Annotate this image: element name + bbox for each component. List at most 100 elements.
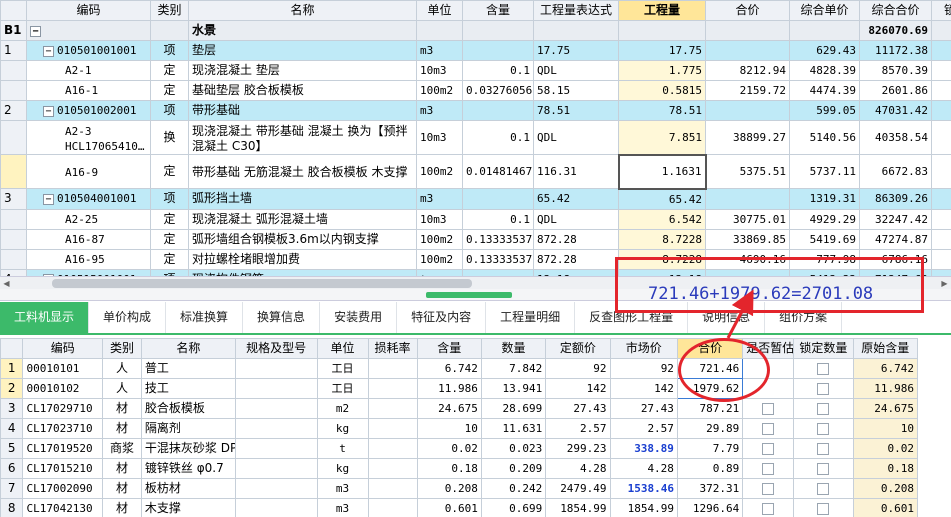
lock-checkbox[interactable] — [817, 482, 830, 495]
table-row[interactable]: 4 CL17023710 材隔离剂 kg 10 11.631 2.57 2.57 29.89 10 — [0, 418, 919, 439]
code-cell[interactable]: −010501002001 — [26, 100, 151, 121]
tab-item[interactable]: 标准换算 — [166, 302, 244, 333]
code-cell[interactable]: 00010102 — [22, 378, 104, 399]
bottom-col-header[interactable]: 市场价 — [609, 338, 678, 359]
quantity-cell[interactable]: 65.42 — [618, 188, 706, 210]
market-price-cell[interactable]: 338.89 — [609, 438, 678, 459]
code-cell[interactable]: A2-3 HCL17065410… — [26, 120, 151, 155]
lock-cell[interactable] — [931, 188, 951, 210]
code-cell[interactable]: 00010101 — [22, 358, 104, 379]
table-row[interactable]: A16-9 定带形基础 无筋混凝土 胶合板模板 木支撑 100m2 0.0148146… — [0, 153, 951, 190]
lock-qty-cell[interactable] — [793, 358, 854, 379]
table-row[interactable]: A16-87 定弧形墙组合钢模板3.6m以内钢支撑 100m2 0.13333537 8… — [0, 228, 951, 250]
quantity-cell[interactable]: 0.5815 — [618, 80, 706, 101]
loss-cell[interactable] — [367, 478, 418, 499]
table-row[interactable]: 3 CL17029710 材胶合板模板 m2 24.675 28.699 27.43 27.4… — [0, 398, 919, 419]
ratio-cell[interactable]: 0.02 — [416, 438, 482, 459]
loss-cell[interactable] — [367, 398, 418, 419]
ratio-cell[interactable] — [462, 20, 534, 41]
top-col-header[interactable]: 工程量 — [618, 0, 706, 21]
count-cell[interactable]: 0.699 — [480, 498, 547, 517]
lock-checkbox[interactable] — [817, 442, 830, 455]
market-price-cell[interactable]: 1854.99 — [609, 498, 678, 517]
lock-cell[interactable] — [931, 60, 951, 81]
table-row[interactable]: 1−010501001001 项垫层 m3 17.75 17.75 629.43 11172… — [0, 40, 951, 61]
temp-checkbox[interactable] — [762, 422, 775, 435]
name-cell[interactable]: 木支撑 — [140, 498, 236, 517]
lock-qty-cell[interactable] — [793, 378, 854, 399]
top-col-header[interactable] — [0, 0, 27, 21]
expr-cell[interactable]: 58.15 — [533, 80, 619, 101]
name-cell[interactable]: 弧形墙组合钢模板3.6m以内钢支撑 — [188, 228, 417, 250]
lock-checkbox[interactable] — [817, 502, 830, 515]
top-col-header[interactable]: 工程量表达式 — [533, 0, 619, 21]
temp-estimate-cell[interactable] — [742, 458, 795, 479]
code-cell[interactable]: −010504001001 — [26, 188, 151, 210]
lock-checkbox[interactable] — [817, 462, 830, 475]
market-price-cell[interactable]: 27.43 — [609, 398, 678, 419]
expr-cell[interactable]: QDL — [533, 208, 619, 230]
temp-estimate-cell[interactable] — [742, 438, 795, 459]
temp-estimate-cell[interactable] — [742, 478, 795, 499]
temp-checkbox[interactable] — [762, 502, 775, 515]
ratio-cell[interactable]: 0.13333537 — [462, 228, 534, 250]
top-col-header[interactable]: 含量 — [462, 0, 534, 21]
table-row[interactable]: A2-25 定现浇混凝土 弧形混凝土墙 10m3 0.1 QDL 6.542 30775.0… — [0, 208, 951, 230]
lock-cell[interactable] — [931, 120, 951, 155]
ratio-cell[interactable]: 11.986 — [416, 378, 482, 399]
expr-cell[interactable]: 78.51 — [533, 100, 619, 121]
ratio-cell[interactable]: 0.1 — [462, 60, 534, 81]
temp-checkbox[interactable] — [762, 482, 775, 495]
lock-cell[interactable] — [931, 20, 951, 41]
lock-cell[interactable] — [931, 248, 951, 270]
quantity-cell[interactable] — [618, 20, 706, 41]
tab-item[interactable]: 工料机显示 — [0, 302, 90, 333]
lock-qty-cell[interactable] — [793, 478, 854, 499]
lock-qty-cell[interactable] — [793, 418, 854, 439]
lock-qty-cell[interactable] — [793, 398, 854, 419]
count-cell[interactable]: 0.242 — [480, 478, 547, 499]
table-row[interactable]: 6 CL17015210 材镀锌铁丝 φ0.7 kg 0.18 0.209 4.28 4.28… — [0, 458, 919, 479]
count-cell[interactable]: 0.209 — [480, 458, 547, 479]
bottom-col-header[interactable]: 含量 — [416, 338, 482, 359]
spec-cell[interactable] — [234, 478, 318, 499]
lock-cell[interactable] — [931, 154, 951, 189]
ratio-cell[interactable]: 0.601 — [416, 498, 482, 517]
ratio-cell[interactable] — [462, 188, 534, 210]
name-cell[interactable]: 带形基础 无筋混凝土 胶合板模板 木支撑 — [188, 154, 417, 189]
top-col-header[interactable]: 合价 — [705, 0, 790, 21]
expr-cell[interactable]: QDL — [533, 120, 619, 155]
table-row[interactable]: 2−010501002001 项带形基础 m3 78.51 78.51 599.05 470… — [0, 100, 951, 121]
lock-qty-cell[interactable] — [793, 458, 854, 479]
quantity-cell[interactable]: 1.1631 — [617, 153, 707, 190]
market-price-cell[interactable]: 92 — [609, 358, 678, 379]
count-cell[interactable]: 11.631 — [480, 418, 547, 439]
top-col-header[interactable]: 综合单价 — [789, 0, 860, 21]
name-cell[interactable]: 垫层 — [188, 40, 417, 61]
collapse-icon[interactable]: − — [43, 45, 54, 57]
spec-cell[interactable] — [234, 398, 318, 419]
loss-cell[interactable] — [367, 498, 418, 517]
top-col-header[interactable]: 锁 — [931, 0, 951, 21]
spec-cell[interactable] — [234, 418, 318, 439]
code-cell[interactable]: CL17019520 — [22, 438, 104, 459]
temp-estimate-cell[interactable] — [742, 498, 795, 517]
spec-cell[interactable] — [234, 438, 318, 459]
temp-checkbox[interactable] — [762, 402, 775, 415]
table-row[interactable]: A2-1 定现浇混凝土 垫层 10m3 0.1 QDL 1.775 8212.94 4828.… — [0, 60, 951, 81]
name-cell[interactable]: 现浇混凝土 弧形混凝土墙 — [188, 208, 417, 230]
code-cell[interactable]: A16-1 — [26, 80, 151, 101]
name-cell[interactable]: 板枋材 — [140, 478, 236, 499]
loss-cell[interactable] — [367, 418, 418, 439]
bottom-col-header[interactable]: 原始含量 — [852, 338, 919, 359]
ratio-cell[interactable] — [462, 100, 534, 121]
count-cell[interactable]: 13.941 — [480, 378, 547, 399]
name-cell[interactable]: 现浇混凝土 垫层 — [188, 60, 417, 81]
expr-cell[interactable]: 116.31 — [533, 154, 619, 189]
table-row[interactable]: A16-1 定基础垫层 胶合板模板 100m2 0.03276056 58.15 0.58… — [0, 80, 951, 101]
count-cell[interactable]: 0.023 — [480, 438, 547, 459]
count-cell[interactable]: 28.699 — [480, 398, 547, 419]
ratio-cell[interactable]: 10 — [416, 418, 482, 439]
ratio-cell[interactable]: 24.675 — [416, 398, 482, 419]
bottom-col-header[interactable]: 编码 — [22, 338, 104, 359]
